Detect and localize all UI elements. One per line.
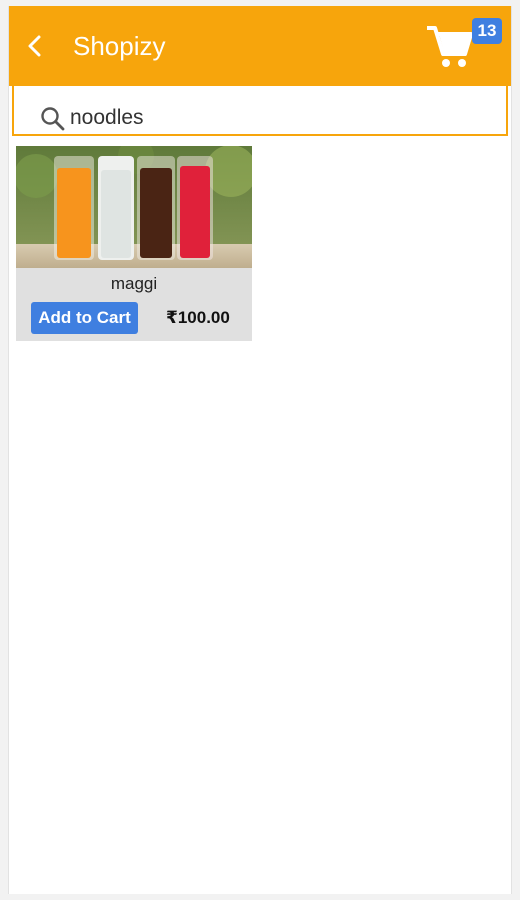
app-screen: Shopizy 13 noodles maggi Add to Cart ₹10…: [8, 6, 512, 894]
product-image: [16, 146, 252, 268]
product-name: maggi: [110, 274, 158, 293]
shopping-cart-icon: [427, 26, 473, 67]
search-icon: [41, 107, 65, 131]
product-price: ₹100.00: [166, 308, 230, 327]
add-to-cart-button[interactable]: Add to Cart: [31, 302, 138, 334]
product-card: maggi Add to Cart ₹100.00: [16, 146, 252, 341]
app-bar: Shopizy 13: [9, 6, 511, 86]
search-input[interactable]: [70, 104, 490, 132]
search-bar: [12, 86, 508, 136]
cart-button[interactable]: [425, 22, 475, 70]
back-button[interactable]: [19, 28, 51, 64]
chevron-left-icon: [28, 35, 41, 57]
cart-count-badge: 13: [472, 18, 502, 44]
app-title: Shopizy: [73, 31, 166, 61]
